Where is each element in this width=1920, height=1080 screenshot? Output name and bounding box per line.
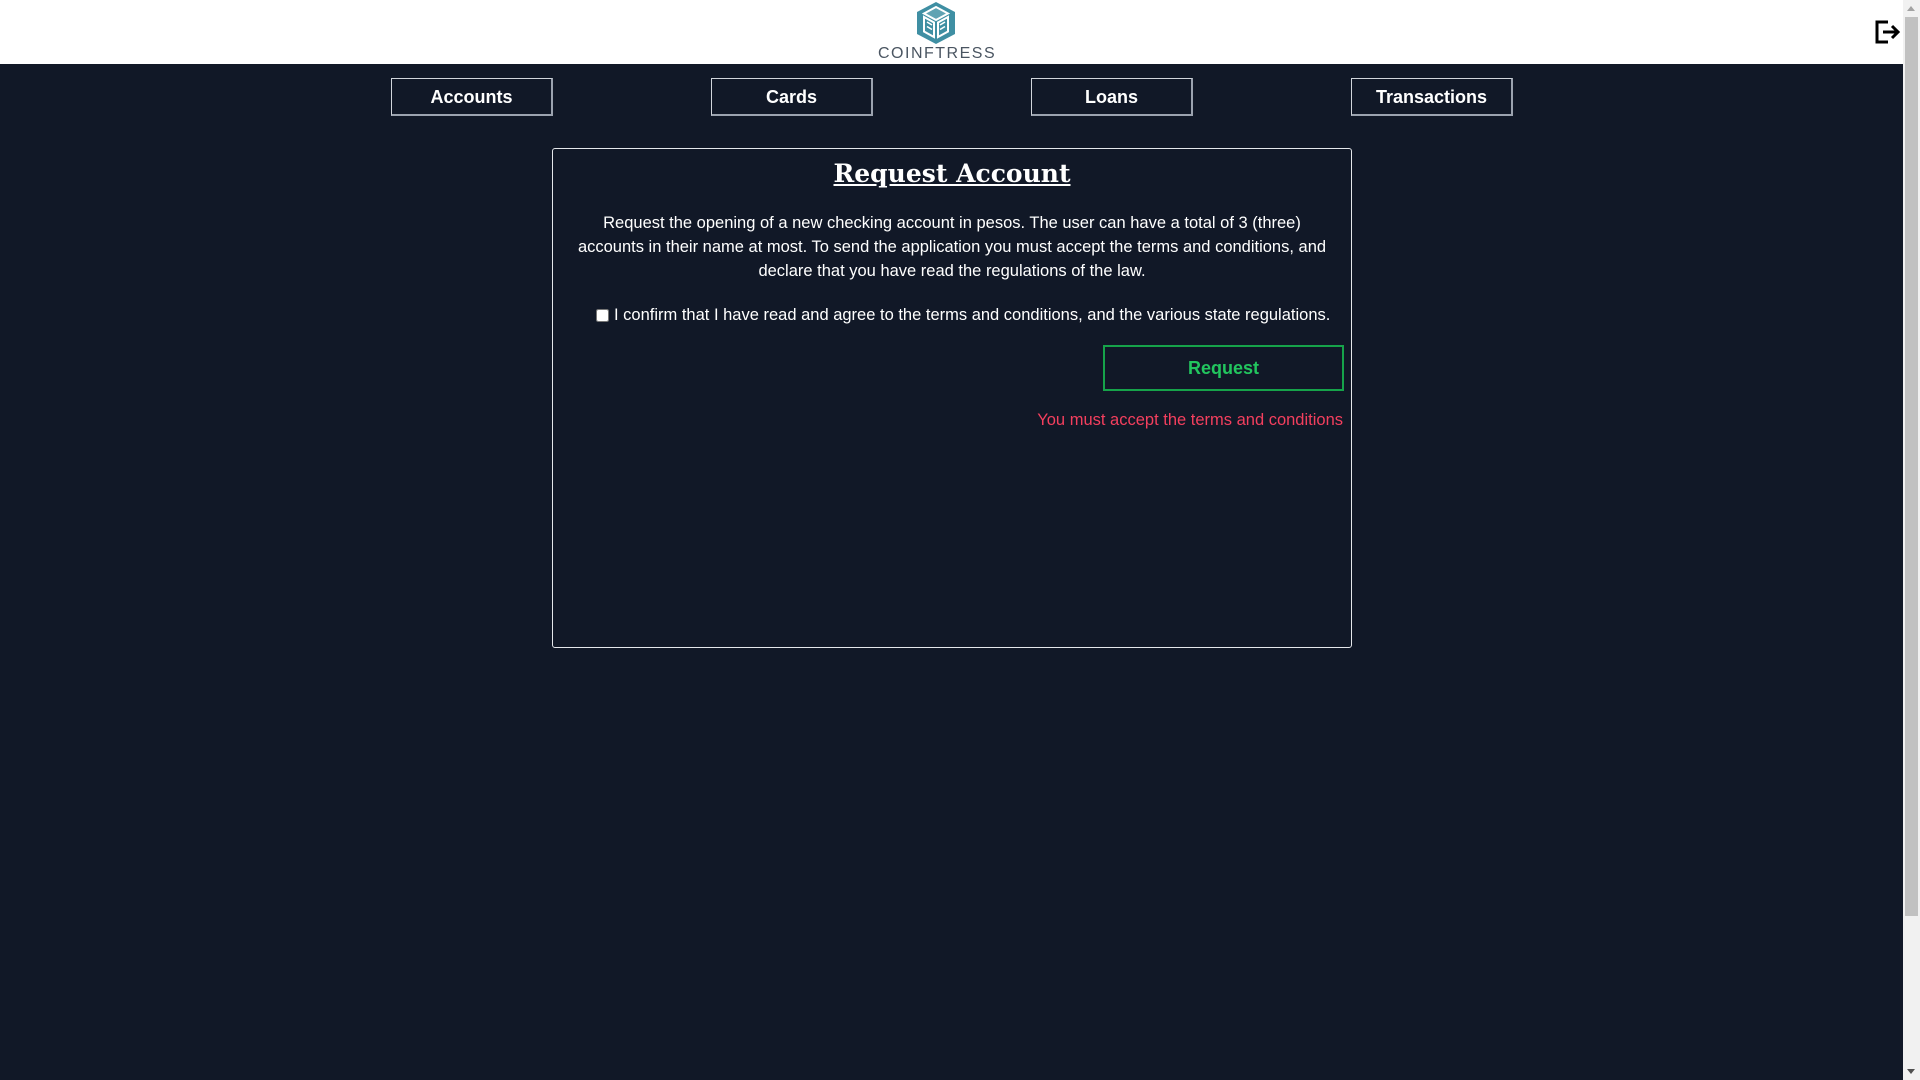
- error-message: You must accept the terms and conditions: [1037, 411, 1343, 429]
- request-description: Request the opening of a new checking ac…: [577, 214, 1327, 280]
- logout-button[interactable]: [1873, 18, 1901, 46]
- scroll-up-arrow-icon[interactable]: [1907, 6, 1915, 11]
- terms-checkbox[interactable]: [596, 308, 609, 322]
- nav-cards-button[interactable]: Cards: [711, 78, 873, 116]
- top-header: COINFTRESS: [0, 0, 1903, 64]
- terms-checkbox-label[interactable]: I confirm that I have read and agree to …: [614, 306, 1330, 325]
- request-button[interactable]: Request: [1103, 345, 1344, 391]
- terms-confirm-row[interactable]: I confirm that I have read and agree to …: [596, 303, 1330, 327]
- nav-loans-button[interactable]: Loans: [1031, 78, 1193, 116]
- logout-icon: [1875, 20, 1901, 44]
- request-account-panel: Request Account Request the opening of a…: [552, 148, 1352, 648]
- brand-logo[interactable]: COINFTRESS: [878, 0, 997, 64]
- page-title: Request Account: [833, 159, 1071, 188]
- brand-name: COINFTRESS: [878, 45, 997, 62]
- page: COINFTRESS Accounts Cards Loans Transact…: [0, 0, 1920, 1080]
- nav-accounts-button[interactable]: Accounts: [391, 78, 553, 116]
- scroll-down-arrow-icon[interactable]: [1907, 1069, 1915, 1074]
- cube-logo-icon: [917, 2, 955, 44]
- scrollbar-thumb[interactable]: [1905, 17, 1918, 916]
- nav-transactions-button[interactable]: Transactions: [1351, 78, 1513, 116]
- vertical-scrollbar[interactable]: [1903, 0, 1920, 1080]
